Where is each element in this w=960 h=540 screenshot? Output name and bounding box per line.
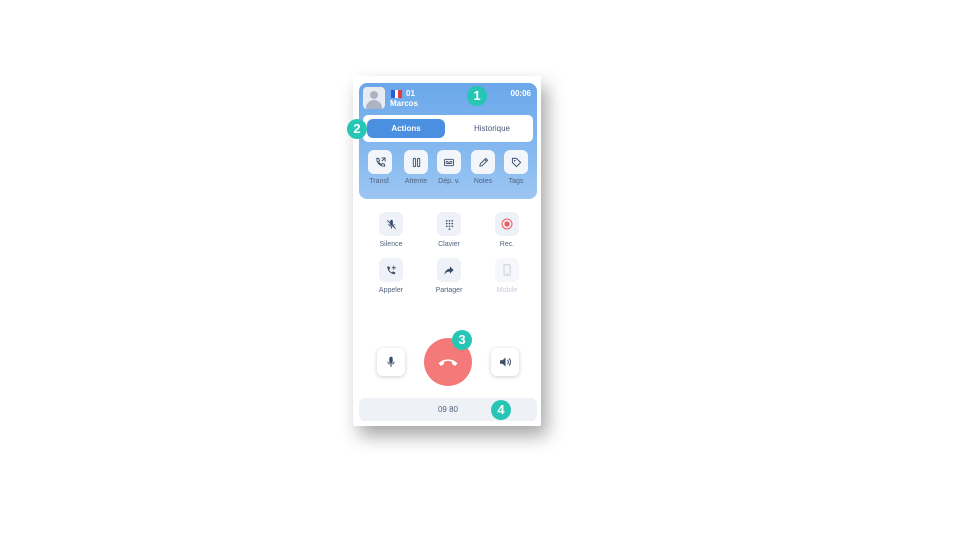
speaker-icon	[499, 357, 511, 367]
voicemail-drop-button[interactable]: Dép. v.	[434, 150, 464, 185]
annotation-badge-3: 3	[452, 330, 472, 350]
share-icon	[444, 265, 454, 275]
record-label: Rec.	[499, 241, 515, 248]
share-label: Partager	[435, 287, 463, 294]
phone-add-icon	[386, 265, 396, 274]
call-another-label: Appeler	[378, 287, 404, 294]
annotation-badge-1: 1	[467, 86, 487, 106]
transfer-icon	[375, 156, 386, 167]
call-timer: 00:06	[510, 89, 531, 98]
voicemail-drop-label: Dép. v.	[438, 178, 460, 185]
tab-actions[interactable]: Actions	[367, 119, 445, 138]
caller-name: Marcos	[390, 99, 419, 108]
hangup-icon	[438, 359, 458, 366]
tab-historique[interactable]: Historique	[455, 119, 529, 138]
hold-label: Attente	[404, 178, 428, 185]
avatar	[363, 87, 385, 109]
keypad-button[interactable]: Clavier	[424, 212, 474, 248]
keypad-label: Clavier	[438, 241, 460, 248]
tabs-bar: Actions Historique	[363, 115, 533, 142]
microphone-button[interactable]	[377, 348, 405, 376]
pencil-icon	[478, 157, 488, 167]
mute-label: Silence	[379, 241, 403, 248]
annotation-badge-2: 2	[347, 119, 367, 139]
tags-button[interactable]: Tags	[501, 150, 531, 185]
call-header: 01 Marcos 00:06 Actions Historique Trans…	[359, 83, 537, 199]
voicemail-icon	[443, 158, 455, 166]
call-another-button[interactable]: Appeler	[366, 258, 416, 294]
mobile-icon	[503, 264, 511, 276]
transfer-button[interactable]: Transf.	[365, 150, 395, 185]
mobile-button[interactable]: Mobile	[482, 258, 532, 294]
france-flag-icon	[391, 90, 403, 98]
call-panel: 01 Marcos 00:06 Actions Historique Trans…	[353, 76, 541, 426]
hold-button[interactable]: Attente	[401, 150, 431, 185]
transfer-label: Transf.	[369, 178, 391, 185]
notes-button[interactable]: Notes	[468, 150, 498, 185]
tag-icon	[511, 157, 521, 167]
mute-button[interactable]: Silence	[366, 212, 416, 248]
microphone-icon	[387, 356, 395, 367]
tags-label: Tags	[508, 178, 524, 185]
record-button[interactable]: Rec.	[482, 212, 532, 248]
keypad-icon	[445, 219, 453, 230]
mobile-label: Mobile	[496, 287, 518, 294]
record-icon	[501, 218, 513, 230]
caller-number: 01	[406, 89, 415, 98]
mic-off-icon	[386, 219, 396, 229]
pause-icon	[412, 157, 420, 167]
annotation-badge-4: 4	[491, 400, 511, 420]
share-button[interactable]: Partager	[424, 258, 474, 294]
speaker-button[interactable]	[491, 348, 519, 376]
notes-label: Notes	[473, 178, 493, 185]
